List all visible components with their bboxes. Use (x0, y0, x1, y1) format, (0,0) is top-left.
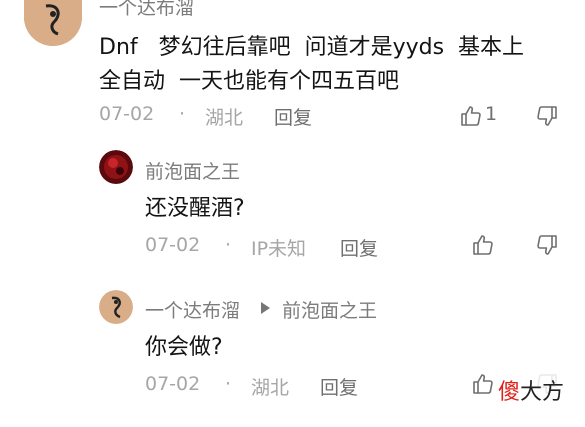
reply-button[interactable]: 回复 (340, 234, 378, 261)
reply-to-author[interactable]: 前泡面之王 (282, 296, 377, 323)
comment-date: 07-02 (145, 373, 201, 395)
thumbs-up-icon[interactable] (471, 372, 495, 396)
comment-date: 07-02 (99, 103, 155, 125)
reply-button[interactable]: 回复 (320, 373, 358, 400)
triangle-right-icon (261, 302, 270, 314)
watermark-text: 大方 (520, 380, 565, 405)
watermark-accent-char: 傻 (498, 380, 521, 405)
comment-location: 湖北 (251, 377, 290, 399)
thumbs-down-icon[interactable] (535, 104, 559, 128)
comment-date: 07-02 (145, 234, 201, 256)
comment-author[interactable]: 一个达布溜 (145, 296, 240, 323)
comment-location: 湖北 (205, 107, 244, 129)
comment-location: IP未知 (251, 238, 307, 260)
comment-text: Dnf 梦幻往后靠吧 问道才是yyds 基本上 全自动 一天也能有个四五百吧 (99, 31, 569, 99)
thumbs-up-icon[interactable] (459, 104, 483, 128)
avatar[interactable] (99, 150, 133, 184)
meta-separator: · (225, 373, 232, 395)
meta-separator: · (179, 103, 186, 125)
avatar[interactable] (24, 0, 82, 46)
comment-author[interactable]: 一个达布溜 (99, 0, 194, 20)
thumbs-down-icon[interactable] (535, 233, 559, 257)
watermark: 傻大方 (496, 374, 569, 408)
comment-text: 你会做? (145, 335, 223, 360)
comment-text: 还没醒酒? (145, 196, 245, 221)
comment-text-line: Dnf 梦幻往后靠吧 问道才是yyds 基本上 (99, 35, 525, 60)
meta-separator: · (225, 234, 232, 256)
avatar[interactable] (99, 290, 133, 324)
like-count: 1 (485, 103, 498, 125)
comment-author[interactable]: 前泡面之王 (145, 157, 240, 184)
thumbs-up-icon[interactable] (471, 233, 495, 257)
reply-button[interactable]: 回复 (274, 103, 312, 130)
comment-text-line: 全自动 一天也能有个四五百吧 (99, 69, 399, 94)
